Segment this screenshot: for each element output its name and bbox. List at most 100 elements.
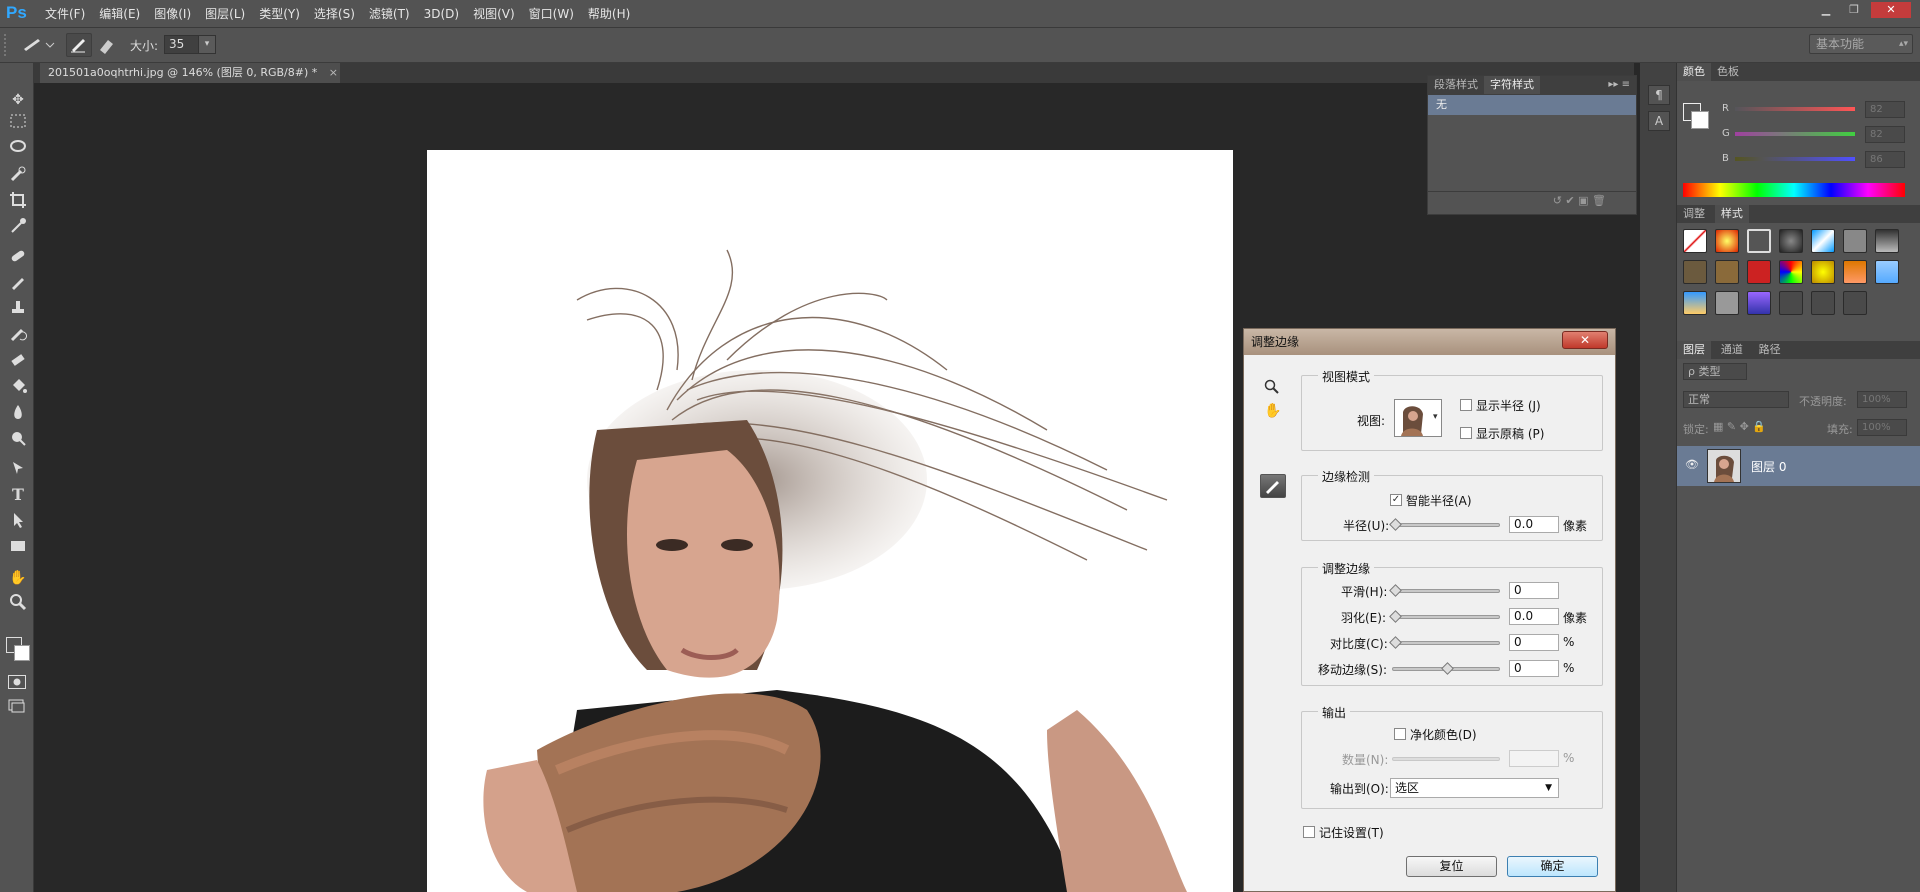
crop-tool-icon[interactable] <box>7 191 29 213</box>
minimize-button[interactable]: ▁ <box>1815 2 1837 18</box>
remember-settings-checkbox[interactable] <box>1303 826 1315 838</box>
style-purple[interactable] <box>1747 291 1771 315</box>
tab-paragraph-styles[interactable]: 段落样式 <box>1428 76 1484 94</box>
menu-item-6[interactable]: 滤镜(T) <box>362 0 417 28</box>
panel-menu-icon[interactable]: ▸▸ ≡ <box>1608 76 1636 95</box>
remember-settings-label[interactable]: 记住设置(T) <box>1319 824 1384 841</box>
restore-button[interactable]: ❐ <box>1843 2 1865 18</box>
pen-tool-icon[interactable] <box>7 459 29 481</box>
style-fire[interactable] <box>1715 229 1739 253</box>
contrast-slider[interactable] <box>1392 641 1500 645</box>
quick-mask-icon[interactable] <box>8 675 26 689</box>
menu-item-9[interactable]: 窗口(W) <box>522 0 581 28</box>
menu-item-1[interactable]: 编辑(E) <box>92 0 147 28</box>
menu-item-7[interactable]: 3D(D) <box>417 0 466 28</box>
menu-item-3[interactable]: 图层(L) <box>198 0 252 28</box>
show-radius-label[interactable]: 显示半径 (J) <box>1476 397 1541 414</box>
show-original-label[interactable]: 显示原稿 (P) <box>1476 425 1544 442</box>
type-tool-icon[interactable]: T <box>7 485 29 507</box>
character-styles-icon[interactable]: A <box>1648 111 1670 131</box>
paragraph-styles-icon[interactable]: ¶ <box>1648 85 1670 105</box>
menu-item-4[interactable]: 类型(Y) <box>252 0 307 28</box>
style-red[interactable] <box>1747 260 1771 284</box>
tab-channels[interactable]: 通道 <box>1715 341 1749 359</box>
style-wood[interactable] <box>1683 260 1707 284</box>
style-sky[interactable] <box>1875 260 1899 284</box>
close-tab-icon[interactable]: × <box>329 66 338 79</box>
color-spectrum-bar[interactable] <box>1683 183 1905 197</box>
r-input[interactable]: 82 <box>1865 101 1905 118</box>
paint-bucket-tool-icon[interactable] <box>7 377 29 399</box>
refine-radius-brush-icon[interactable] <box>66 33 92 57</box>
style-outline[interactable] <box>1747 229 1771 253</box>
layer-name[interactable]: 图层 0 <box>1751 458 1786 475</box>
decontaminate-label[interactable]: 净化颜色(D) <box>1410 726 1477 743</box>
style-sunset[interactable] <box>1683 291 1707 315</box>
layer-row[interactable]: 👁 图层 0 <box>1677 446 1920 486</box>
show-original-checkbox[interactable] <box>1460 427 1472 439</box>
b-slider[interactable] <box>1735 157 1855 161</box>
b-input[interactable]: 86 <box>1865 151 1905 168</box>
style-gray[interactable] <box>1843 229 1867 253</box>
menu-item-5[interactable]: 选择(S) <box>307 0 362 28</box>
style-chrome[interactable] <box>1875 229 1899 253</box>
close-button[interactable]: ✕ <box>1871 2 1911 18</box>
layer-filter-kind[interactable]: ρ 类型 <box>1683 363 1747 380</box>
hand-icon[interactable]: ✋ <box>1264 403 1281 419</box>
eye-icon[interactable]: 👁 <box>1685 458 1699 471</box>
output-to-select[interactable]: 选区 ▼ <box>1390 778 1559 798</box>
tab-styles[interactable]: 样式 <box>1714 205 1749 223</box>
move-tool-icon[interactable]: ✥ <box>7 89 29 111</box>
show-radius-checkbox[interactable] <box>1460 399 1472 411</box>
tab-adjustments[interactable]: 调整 <box>1677 205 1711 223</box>
style-black[interactable] <box>1779 229 1803 253</box>
view-preview-select[interactable]: ▾ <box>1394 399 1442 437</box>
quick-selection-tool-icon[interactable] <box>7 165 29 187</box>
tab-paths[interactable]: 路径 <box>1753 341 1787 359</box>
style-empty-1[interactable] <box>1779 291 1803 315</box>
dialog-close-button[interactable]: ✕ <box>1562 331 1608 349</box>
reset-button[interactable]: 复位 <box>1406 856 1497 877</box>
screen-mode-icon[interactable] <box>8 699 26 713</box>
opacity-input[interactable]: 100% <box>1857 391 1907 408</box>
smart-radius-checkbox[interactable]: ✓ <box>1390 494 1402 506</box>
clone-stamp-tool-icon[interactable] <box>7 299 29 321</box>
style-silver[interactable] <box>1715 291 1739 315</box>
g-input[interactable]: 82 <box>1865 126 1905 143</box>
ok-button[interactable]: 确定 <box>1507 856 1598 877</box>
erase-refinements-icon[interactable] <box>96 36 116 56</box>
feather-slider[interactable] <box>1392 615 1500 619</box>
radius-slider[interactable] <box>1392 523 1500 527</box>
style-tan[interactable] <box>1715 260 1739 284</box>
panel-footer-icons[interactable]: ↺ ✔ ▣ 🗑 <box>1428 191 1636 209</box>
eyedropper-tool-icon[interactable] <box>7 217 29 239</box>
eraser-tool-icon[interactable] <box>7 351 29 373</box>
style-empty-3[interactable] <box>1843 291 1867 315</box>
menu-item-10[interactable]: 帮助(H) <box>581 0 637 28</box>
tab-swatches[interactable]: 色板 <box>1711 63 1745 81</box>
smooth-slider[interactable] <box>1392 589 1500 593</box>
radius-input[interactable]: 0.0 <box>1509 516 1559 533</box>
style-none[interactable] <box>1683 229 1707 253</box>
lock-icons[interactable]: ▦ ✎ ✥ 🔒 <box>1713 420 1766 433</box>
blur-tool-icon[interactable] <box>7 403 29 425</box>
zoom-icon[interactable] <box>1264 379 1280 395</box>
zoom-tool-icon[interactable] <box>7 593 29 615</box>
shift-edge-input[interactable]: 0 <box>1509 660 1559 677</box>
hand-tool-icon[interactable]: ✋ <box>7 567 29 589</box>
style-blue[interactable] <box>1811 229 1835 253</box>
style-orange[interactable] <box>1843 260 1867 284</box>
grip-handle[interactable] <box>4 34 12 56</box>
tab-layers[interactable]: 图层 <box>1677 341 1711 359</box>
style-item-none[interactable]: 无 <box>1428 95 1636 115</box>
document-canvas[interactable] <box>427 150 1233 892</box>
tab-color[interactable]: 颜色 <box>1677 63 1711 81</box>
contrast-input[interactable]: 0 <box>1509 634 1559 651</box>
menu-item-2[interactable]: 图像(I) <box>147 0 198 28</box>
r-slider[interactable] <box>1735 107 1855 111</box>
refine-radius-tool-icon[interactable] <box>1260 474 1286 498</box>
menu-item-8[interactable]: 视图(V) <box>466 0 522 28</box>
smooth-input[interactable]: 0 <box>1509 582 1559 599</box>
blend-mode-select[interactable]: 正常 <box>1683 391 1789 408</box>
background-color-swatch[interactable] <box>14 645 30 661</box>
